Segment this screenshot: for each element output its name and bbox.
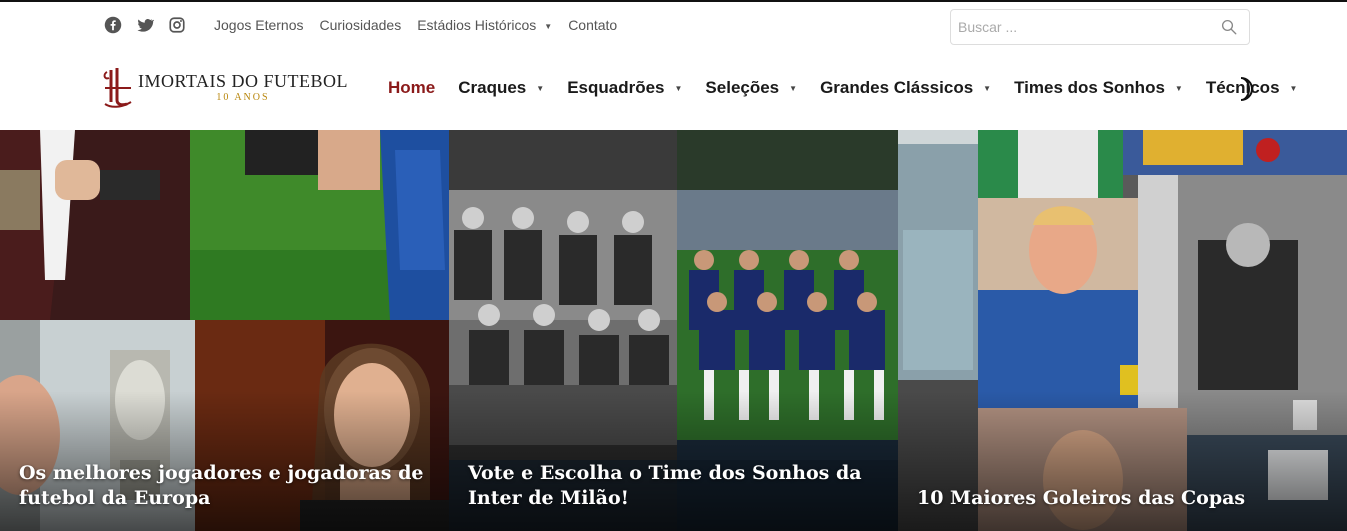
hero-card-title[interactable]: Vote e Escolha o Time dos Sonhos da Inte… xyxy=(468,461,878,511)
nav-times-dos-sonhos-label: Times dos Sonhos xyxy=(1014,78,1165,97)
nav-grandes-classicos[interactable]: Grandes Clássicos ▼ xyxy=(820,78,991,98)
logo-title: IMORTAIS DO FUTEBOL xyxy=(138,71,348,91)
topnav-estadios-historicos[interactable]: Estádios Históricos ▼ xyxy=(417,17,552,33)
hero-card-inter[interactable]: Vote e Escolha o Time dos Sonhos da Inte… xyxy=(449,130,898,531)
hero-card-title[interactable]: 10 Maiores Goleiros das Copas xyxy=(917,486,1327,511)
hero-grid: Os melhores jogadores e jogadoras de fut… xyxy=(0,130,1347,531)
hero-card-europa[interactable]: Os melhores jogadores e jogadoras de fut… xyxy=(0,130,449,531)
nav-selecoes[interactable]: Seleções ▼ xyxy=(705,78,797,98)
twitter-icon[interactable] xyxy=(136,16,154,34)
instagram-icon[interactable] xyxy=(168,16,186,34)
nav-esquadroes[interactable]: Esquadrões ▼ xyxy=(567,78,682,98)
nav-grandes-classicos-label: Grandes Clássicos xyxy=(820,78,974,97)
topnav-jogos-eternos[interactable]: Jogos Eternos xyxy=(214,17,304,33)
logo-text: IMORTAIS DO FUTEBOL 10 ANOS xyxy=(138,71,348,103)
chevron-down-icon: ▼ xyxy=(789,83,798,93)
site-logo[interactable]: IMORTAIS DO FUTEBOL 10 ANOS xyxy=(101,66,348,108)
nav-times-dos-sonhos[interactable]: Times dos Sonhos ▼ xyxy=(1014,78,1183,98)
chevron-down-icon: ▼ xyxy=(544,21,553,31)
logo-subtitle: 10 ANOS xyxy=(216,92,270,103)
search-icon[interactable] xyxy=(1209,10,1249,44)
social-links xyxy=(104,16,186,34)
chevron-down-icon: ▼ xyxy=(674,83,683,93)
chevron-down-icon: ▼ xyxy=(1174,83,1183,93)
main-nav: Home Craques ▼ Esquadrões ▼ Seleções ▼ Gran… xyxy=(388,78,1297,98)
nav-esquadroes-label: Esquadrões xyxy=(567,78,665,97)
logo-monogram xyxy=(101,66,135,108)
nav-home[interactable]: Home xyxy=(388,78,435,98)
chevron-down-icon: ▼ xyxy=(536,83,545,93)
top-nav: Jogos Eternos Curiosidades Estádios Hist… xyxy=(214,17,617,33)
hero-card-title[interactable]: Os melhores jogadores e jogadoras de fut… xyxy=(19,461,429,511)
chevron-down-icon: ▼ xyxy=(983,83,992,93)
nav-craques-label: Craques xyxy=(458,78,527,97)
facebook-icon[interactable] xyxy=(104,16,122,34)
nav-craques[interactable]: Craques ▼ xyxy=(458,78,544,98)
search-input[interactable] xyxy=(951,10,1209,44)
topnav-contato[interactable]: Contato xyxy=(568,17,617,33)
topbar: Jogos Eternos Curiosidades Estádios Hist… xyxy=(0,2,1347,50)
chevron-down-icon: ▼ xyxy=(1289,83,1298,93)
search-box xyxy=(950,9,1250,45)
topnav-estadios-label: Estádios Históricos xyxy=(417,17,537,33)
dark-mode-toggle-icon[interactable] xyxy=(1232,76,1256,102)
nav-selecoes-label: Seleções xyxy=(705,78,780,97)
topnav-curiosidades[interactable]: Curiosidades xyxy=(320,17,402,33)
main-header: IMORTAIS DO FUTEBOL 10 ANOS Home Craques… xyxy=(0,50,1347,130)
hero-card-goleiros[interactable]: 10 Maiores Goleiros das Copas xyxy=(898,130,1347,531)
